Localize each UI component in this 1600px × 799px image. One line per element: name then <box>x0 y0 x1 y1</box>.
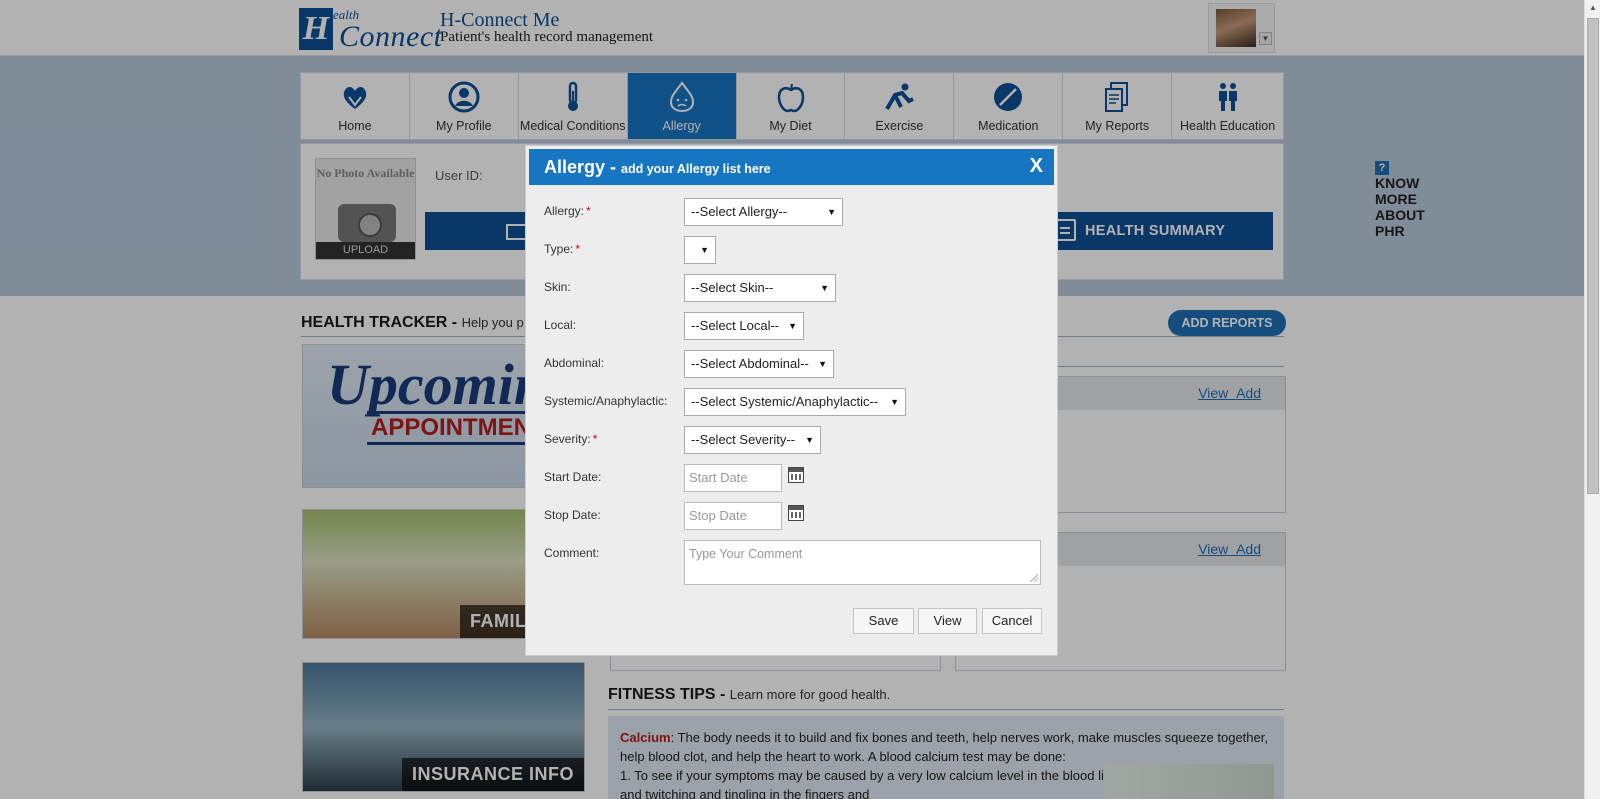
stop-date-input[interactable]: Stop Date <box>684 502 782 530</box>
comment-placeholder: Type Your Comment <box>689 547 803 561</box>
type-select[interactable]: ▼ <box>684 236 716 264</box>
caret-down-icon: ▼ <box>890 397 899 407</box>
save-button[interactable]: Save <box>853 608 914 634</box>
local-select[interactable]: --Select Local-- ▼ <box>684 312 804 340</box>
caret-down-icon: ▼ <box>788 321 797 331</box>
severity-label: Severity: * <box>544 432 597 446</box>
severity-select[interactable]: --Select Severity-- ▼ <box>684 426 821 454</box>
page: H ealth Connect H-Connect Me Patient's h… <box>0 0 1600 799</box>
systemic-label: Systemic/Anaphylactic: <box>544 394 668 408</box>
field-label: Severity: <box>544 432 591 446</box>
caret-down-icon: ▼ <box>805 435 814 445</box>
cancel-button[interactable]: Cancel <box>982 608 1042 634</box>
select-value: --Select Allergy-- <box>691 204 788 219</box>
calendar-icon[interactable] <box>788 505 804 521</box>
modal-subtitle: add your Allergy list here <box>621 162 771 176</box>
local-label: Local: <box>544 318 577 332</box>
caret-down-icon: ▼ <box>820 283 829 293</box>
modal-title-text: Allergy - <box>544 157 622 177</box>
required-mark: * <box>586 204 591 218</box>
modal-title: Allergy - add your Allergy list here <box>544 157 771 178</box>
caret-down-icon: ▼ <box>818 359 827 369</box>
select-value: --Select Systemic/Anaphylactic-- <box>691 394 879 409</box>
close-button[interactable]: X <box>1030 155 1043 178</box>
comment-textarea[interactable]: Type Your Comment <box>684 540 1041 585</box>
required-mark: * <box>592 432 598 446</box>
start-date-label: Start Date: <box>544 470 602 484</box>
calendar-icon[interactable] <box>788 467 804 483</box>
required-mark: * <box>575 242 581 256</box>
abdominal-select[interactable]: --Select Abdominal-- ▼ <box>684 350 834 378</box>
view-button[interactable]: View <box>918 608 977 634</box>
scroll-up-icon[interactable]: ▲ <box>1585 0 1600 16</box>
modal-header: Allergy - add your Allergy list here X <box>529 149 1054 185</box>
stop-date-label: Stop Date: <box>544 508 601 522</box>
type-label: Type: * <box>544 242 580 256</box>
allergy-select[interactable]: --Select Allergy-- ▼ <box>684 198 843 226</box>
skin-select[interactable]: --Select Skin-- ▼ <box>684 274 836 302</box>
comment-label: Comment: <box>544 546 600 560</box>
field-label: Type: <box>544 242 574 256</box>
allergy-label: Allergy: * <box>544 204 591 218</box>
allergy-modal: Allergy - add your Allergy list here X A… <box>525 145 1058 656</box>
field-label: Allergy: <box>544 204 585 218</box>
page-scrollbar[interactable]: ▲ <box>1584 0 1600 799</box>
select-value: --Select Skin-- <box>691 280 774 295</box>
resize-grip-icon[interactable] <box>1030 574 1038 582</box>
select-value: --Select Abdominal-- <box>691 356 809 371</box>
systemic-anaphylactic-select[interactable]: --Select Systemic/Anaphylactic-- ▼ <box>684 388 906 416</box>
caret-down-icon: ▼ <box>700 245 709 255</box>
caret-down-icon: ▼ <box>827 207 836 217</box>
start-date-input[interactable]: Start Date <box>684 464 782 492</box>
skin-label: Skin: <box>544 280 571 294</box>
select-value: --Select Local-- <box>691 318 780 333</box>
select-value: --Select Severity-- <box>691 432 796 447</box>
scrollbar-thumb[interactable] <box>1587 18 1599 494</box>
abdominal-label: Abdominal: <box>544 356 605 370</box>
